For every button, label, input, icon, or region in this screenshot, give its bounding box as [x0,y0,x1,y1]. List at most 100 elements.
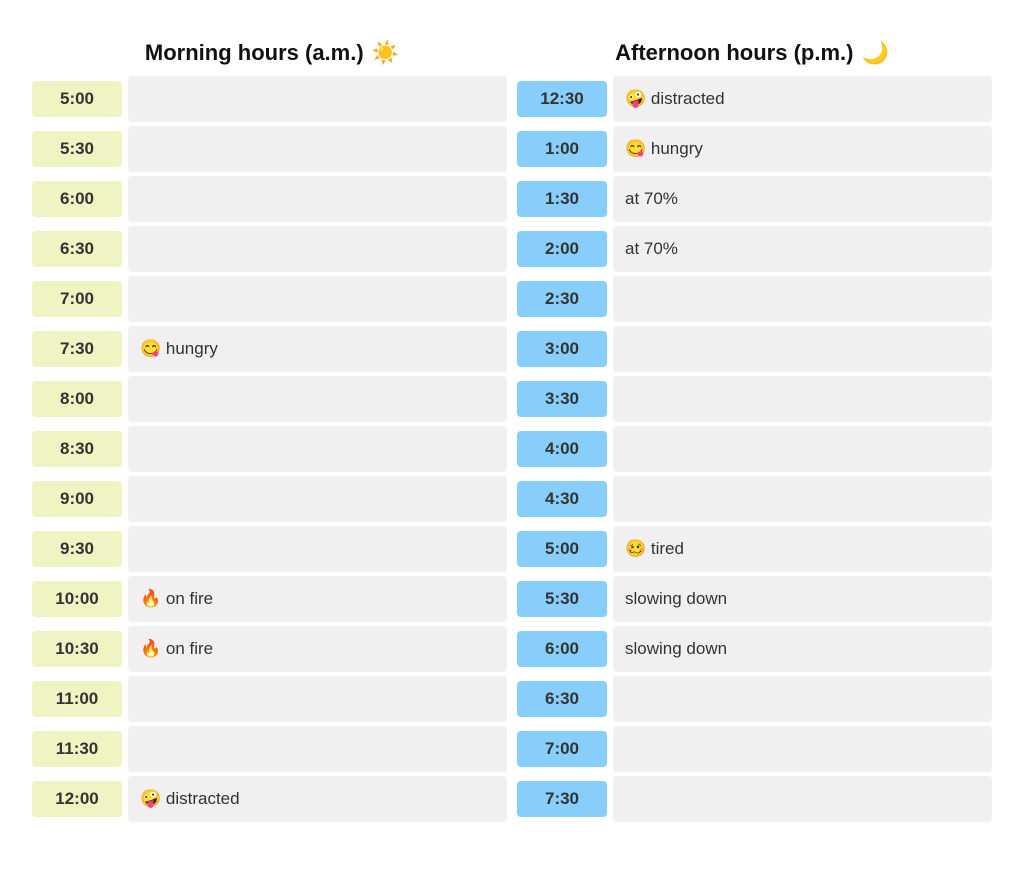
am-time-cell: 10:00 [32,581,122,617]
pm-time-cell: 5:00 [517,531,607,567]
column-headers: Morning hours (a.m.) ☀️ Afternoon hours … [32,40,992,66]
am-time-cell: 7:30 [32,331,122,367]
am-row: 12:00🤪 distracted [32,776,507,822]
pm-row: 4:30. [517,476,992,522]
am-time-cell: 11:30 [32,731,122,767]
am-time-cell: 8:30 [32,431,122,467]
pm-note-cell: 🥴 tired [613,526,992,572]
am-row: 10:30🔥 on fire [32,626,507,672]
pm-note-cell: 😋 hungry [613,126,992,172]
pm-note-cell: . [613,726,992,772]
am-time-cell: 5:00 [32,81,122,117]
pm-row: 7:00. [517,726,992,772]
am-column: 5:00.5:30.6:00.6:30.7:00.7:30😋 hungry8:0… [32,76,507,822]
pm-header-text: Afternoon hours (p.m.) [615,40,853,66]
am-note-cell: . [128,276,507,322]
am-row: 7:00. [32,276,507,322]
am-time-cell: 6:00 [32,181,122,217]
am-note-cell: 🔥 on fire [128,576,507,622]
am-note-cell: . [128,76,507,122]
pm-note-cell: . [613,776,992,822]
pm-note-cell: slowing down [613,576,992,622]
am-row: 11:30. [32,726,507,772]
am-note-cell: 😋 hungry [128,326,507,372]
am-time-cell: 9:00 [32,481,122,517]
pm-row: 3:30. [517,376,992,422]
pm-row: 12:30🤪 distracted [517,76,992,122]
am-header: Morning hours (a.m.) ☀️ [32,40,512,66]
pm-note-cell: . [613,676,992,722]
am-header-text: Morning hours (a.m.) [145,40,364,66]
am-time-cell: 12:00 [32,781,122,817]
pm-note-cell: . [613,426,992,472]
pm-note-cell: at 70% [613,226,992,272]
am-note-cell: . [128,126,507,172]
am-time-cell: 9:30 [32,531,122,567]
am-note-cell: . [128,526,507,572]
am-row: 6:00. [32,176,507,222]
pm-note-cell: . [613,326,992,372]
am-time-cell: 7:00 [32,281,122,317]
pm-time-cell: 7:30 [517,781,607,817]
pm-column: 12:30🤪 distracted1:00😋 hungry1:30at 70%2… [517,76,992,822]
am-time-cell: 10:30 [32,631,122,667]
am-header-icon: ☀️ [372,40,399,66]
am-note-cell: . [128,426,507,472]
am-row: 6:30. [32,226,507,272]
main-container: Morning hours (a.m.) ☀️ Afternoon hours … [22,20,1002,842]
am-note-cell: . [128,376,507,422]
pm-row: 6:00slowing down [517,626,992,672]
am-note-cell: 🤪 distracted [128,776,507,822]
pm-time-cell: 2:00 [517,231,607,267]
pm-note-cell: . [613,276,992,322]
pm-time-cell: 1:30 [517,181,607,217]
pm-row: 6:30. [517,676,992,722]
pm-row: 1:00😋 hungry [517,126,992,172]
am-time-cell: 5:30 [32,131,122,167]
pm-note-cell: . [613,376,992,422]
am-row: 10:00🔥 on fire [32,576,507,622]
am-time-cell: 8:00 [32,381,122,417]
schedule-grid: 5:00.5:30.6:00.6:30.7:00.7:30😋 hungry8:0… [32,76,992,822]
pm-note-cell: 🤪 distracted [613,76,992,122]
pm-note-cell: at 70% [613,176,992,222]
am-note-cell: 🔥 on fire [128,626,507,672]
pm-time-cell: 12:30 [517,81,607,117]
pm-row: 4:00. [517,426,992,472]
pm-time-cell: 6:30 [517,681,607,717]
am-time-cell: 11:00 [32,681,122,717]
am-note-cell: . [128,726,507,772]
pm-header-icon: 🌙 [861,40,888,66]
pm-time-cell: 3:30 [517,381,607,417]
pm-time-cell: 5:30 [517,581,607,617]
pm-row: 5:00🥴 tired [517,526,992,572]
pm-note-cell: . [613,476,992,522]
am-time-cell: 6:30 [32,231,122,267]
pm-time-cell: 6:00 [517,631,607,667]
am-note-cell: . [128,226,507,272]
am-note-cell: . [128,176,507,222]
am-row: 5:00. [32,76,507,122]
am-row: 11:00. [32,676,507,722]
pm-header: Afternoon hours (p.m.) 🌙 [512,40,992,66]
am-row: 8:30. [32,426,507,472]
pm-row: 1:30at 70% [517,176,992,222]
pm-time-cell: 4:30 [517,481,607,517]
pm-row: 5:30slowing down [517,576,992,622]
pm-time-cell: 2:30 [517,281,607,317]
am-row: 8:00. [32,376,507,422]
am-note-cell: . [128,676,507,722]
pm-time-cell: 4:00 [517,431,607,467]
pm-time-cell: 1:00 [517,131,607,167]
pm-row: 7:30. [517,776,992,822]
pm-time-cell: 3:00 [517,331,607,367]
am-row: 7:30😋 hungry [32,326,507,372]
am-row: 9:00. [32,476,507,522]
pm-row: 3:00. [517,326,992,372]
am-row: 9:30. [32,526,507,572]
am-row: 5:30. [32,126,507,172]
pm-note-cell: slowing down [613,626,992,672]
pm-time-cell: 7:00 [517,731,607,767]
pm-row: 2:00at 70% [517,226,992,272]
am-note-cell: . [128,476,507,522]
